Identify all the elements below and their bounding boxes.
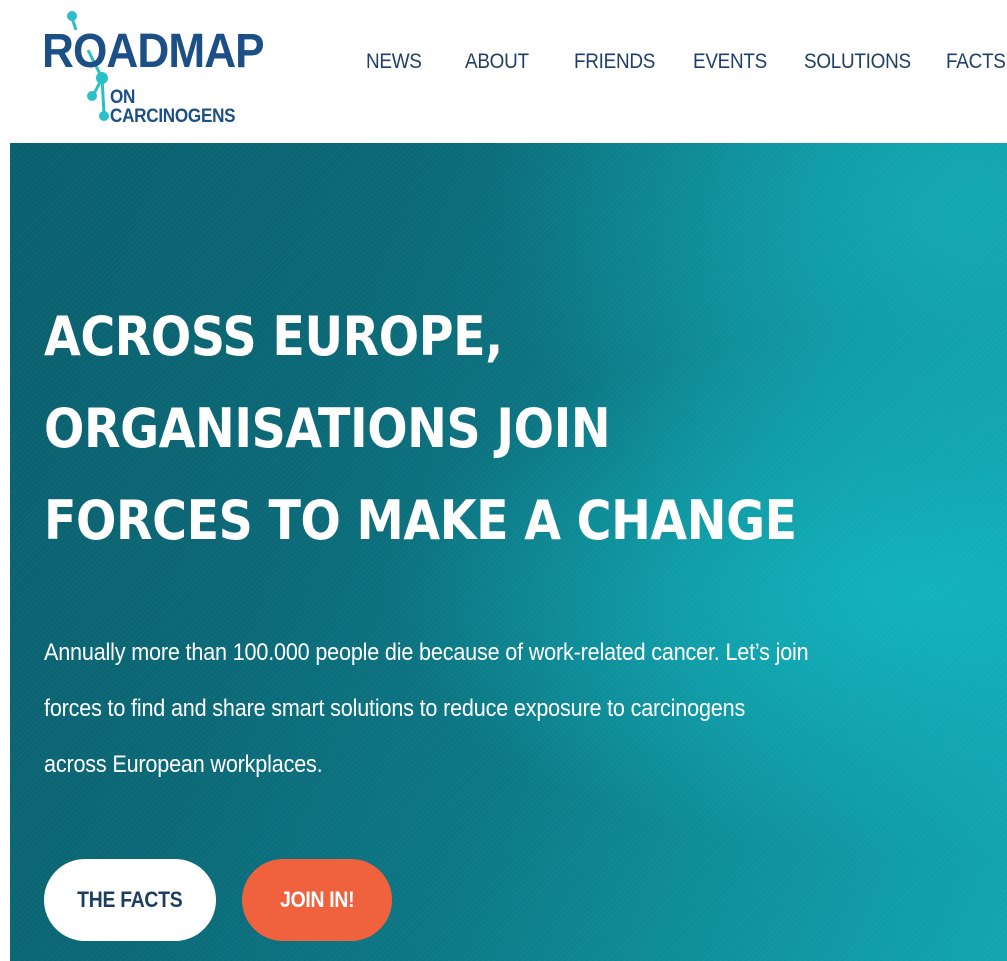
nav-item-about[interactable]: ABOUT [465,50,529,74]
hero-title-line-1: ACROSS EUROPE, [44,305,503,368]
nav-item-friends[interactable]: FRIENDS [574,50,655,74]
hero-title-line-3: FORCES TO MAKE A CHANGE [44,489,797,552]
join-in-button-label: JOIN IN! [279,887,355,912]
hero-title-line-2: ORGANISATIONS JOIN [44,397,611,460]
the-facts-button-label: THE FACTS [77,887,183,912]
nav-item-solutions[interactable]: SOLUTIONS [804,50,911,74]
nav-item-facts[interactable]: FACTS [946,50,1006,74]
hero-description-line-2: forces to find and share smart solutions… [44,695,746,722]
hero-description: Annually more than 100.000 people die be… [44,625,818,793]
main-nav: NEWS ABOUT FRIENDS EVENTS SOLUTIONS FACT… [0,50,1007,80]
logo-subline: ON CARCINOGENS [110,87,236,127]
hero-title: ACROSS EUROPE, ORGANISATIONS JOIN FORCES… [44,291,836,567]
the-facts-button[interactable]: THE FACTS [44,859,216,941]
hero-description-line-3: across European workplaces. [44,751,323,778]
hero-banner: ACROSS EUROPE, ORGANISATIONS JOIN FORCES… [10,143,1007,961]
site-header: ROADMAP ON CARCINOGENS NEWS ABOUT FRIEND… [0,0,1007,142]
nav-item-news[interactable]: NEWS [366,50,422,74]
join-in-button[interactable]: JOIN IN! [242,859,392,941]
hero-description-line-1: Annually more than 100.000 people die be… [44,639,809,666]
nav-item-events[interactable]: EVENTS [693,50,767,74]
